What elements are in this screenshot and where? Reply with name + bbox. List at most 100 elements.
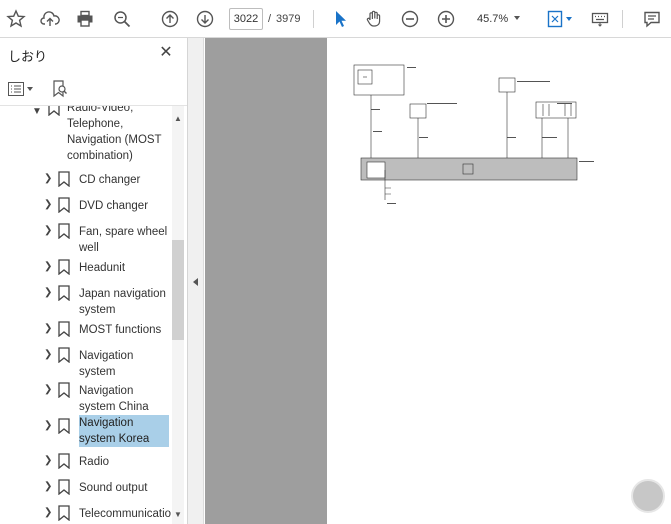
zoom-search-icon[interactable] [110, 7, 134, 31]
bookmark-icon [58, 197, 70, 213]
hand-icon[interactable] [362, 7, 386, 31]
find-bookmark-button[interactable] [52, 78, 68, 100]
close-icon[interactable]: ✕ [158, 45, 174, 61]
bookmark-label: Telecommunication [79, 508, 171, 520]
bookmark-icon [58, 453, 70, 469]
toolbar-divider [622, 10, 623, 28]
bookmark-label: CD changer [79, 174, 141, 186]
page-total: 3979 [276, 13, 301, 25]
svg-text:▬▬▬▬▬▬▬▬▬▬▬: ▬▬▬▬▬▬▬▬▬▬▬ [517, 79, 550, 83]
keyboard-icon[interactable] [588, 7, 612, 31]
zoom-out-icon[interactable] [398, 7, 422, 31]
chevron-down-icon[interactable] [514, 16, 520, 20]
svg-text:▬▬▬▬▬: ▬▬▬▬▬ [542, 135, 557, 139]
bookmark-icon [58, 285, 70, 301]
svg-text:▬▬▬: ▬▬▬ [373, 129, 382, 133]
chevron-right-icon[interactable]: ❯ [44, 323, 54, 334]
panel-toolbar [0, 74, 187, 104]
bookmark-tree: ▼ Radio-Video, Telephone, Navigation (MO… [0, 106, 172, 524]
chevron-right-icon[interactable]: ❯ [44, 420, 54, 431]
bookmark-label: Fan, spare wheel well [79, 226, 168, 254]
chevron-right-icon[interactable]: ❯ [44, 261, 54, 272]
collapse-arrow-icon[interactable] [193, 278, 198, 286]
print-icon[interactable] [73, 7, 97, 31]
svg-text:▬▬▬▬▬: ▬▬▬▬▬ [557, 101, 572, 105]
bookmark-item[interactable]: ❯ Telecommunication [0, 504, 172, 524]
chevron-right-icon[interactable]: ❯ [44, 384, 54, 395]
bookmark-icon [48, 106, 60, 116]
bookmark-label: Navigation system Korea [79, 415, 169, 447]
chevron-right-icon[interactable]: ❯ [44, 349, 54, 360]
bookmark-icon [58, 223, 70, 239]
chevron-right-icon[interactable]: ❯ [44, 173, 54, 184]
bookmark-item-selected[interactable]: ❯ Navigation system Korea [0, 415, 172, 449]
toolbar-divider [313, 10, 314, 28]
page-up-icon[interactable] [158, 7, 182, 31]
bookmark-item[interactable]: ❯ Fan, spare wheel well [0, 222, 172, 256]
svg-text:▬▬▬: ▬▬▬ [371, 107, 380, 111]
bookmark-label: Headunit [79, 262, 126, 274]
bookmark-icon [58, 479, 70, 495]
floating-action-button[interactable] [631, 479, 665, 513]
bookmark-label: Navigation system China [79, 385, 149, 413]
bookmark-icon [58, 171, 70, 187]
bookmark-item[interactable]: ❯ Japan navigation system [0, 284, 172, 318]
page-down-icon[interactable] [193, 7, 217, 31]
scrollbar-thumb[interactable] [172, 240, 184, 340]
chevron-right-icon[interactable]: ❯ [44, 507, 54, 518]
select-cursor-icon[interactable] [328, 7, 352, 31]
chevron-right-icon[interactable]: ❯ [44, 199, 54, 210]
chevron-right-icon[interactable]: ❯ [44, 481, 54, 492]
bookmark-label: DVD changer [79, 200, 149, 212]
bookmark-item[interactable]: ❯ DVD changer [0, 196, 172, 216]
bookmark-item[interactable]: ❯ CD changer [0, 170, 172, 190]
bookmark-icon [58, 347, 70, 363]
options-menu-button[interactable] [8, 78, 33, 100]
bookmark-icon [58, 418, 70, 434]
bookmark-item[interactable]: ❯ MOST functions [0, 320, 172, 340]
scroll-up-icon[interactable]: ▲ [174, 114, 182, 123]
star-icon[interactable] [4, 7, 28, 31]
bookmark-label: Navigation system [79, 350, 134, 378]
bookmark-label: MOST functions [79, 324, 162, 336]
bookmark-label: Sound output [79, 482, 148, 494]
bookmark-item[interactable]: ▼ Radio-Video, Telephone, Navigation (MO… [0, 106, 172, 166]
bookmark-item[interactable]: ❯ Navigation system China [0, 381, 172, 415]
bookmark-item[interactable]: ❯ Radio [0, 452, 172, 472]
chevron-right-icon[interactable]: ❯ [44, 287, 54, 298]
wiring-diagram: ▬▬▬ ▬▬▬▬▬▬▬▬▬▬ ▬▬▬▬▬▬▬▬▬▬▬ ▬▬▬▬▬ ▬▬▬ ▬▬▬… [353, 64, 594, 205]
scroll-down-icon[interactable]: ▼ [174, 510, 182, 519]
fit-page-icon[interactable] [543, 7, 567, 31]
bookmark-icon [58, 259, 70, 275]
svg-text:▬▬▬▬▬▬▬▬▬▬: ▬▬▬▬▬▬▬▬▬▬ [427, 101, 457, 105]
svg-text:▬▬▬: ▬▬▬ [407, 65, 416, 69]
comment-icon[interactable] [640, 7, 664, 31]
panel-title: しおり [8, 49, 48, 64]
chevron-down-icon [27, 87, 33, 91]
bookmark-item[interactable]: ❯ Headunit [0, 258, 172, 278]
bookmark-icon [58, 321, 70, 337]
svg-text:▬▬▬▬▬: ▬▬▬▬▬ [579, 159, 594, 163]
svg-text:▬▬▬: ▬▬▬ [507, 135, 516, 139]
bookmark-item[interactable]: ❯ Navigation system [0, 346, 172, 380]
bookmark-label: Radio [79, 456, 110, 468]
bookmark-item[interactable]: ❯ Sound output [0, 478, 172, 498]
svg-text:▬▬▬: ▬▬▬ [387, 201, 396, 205]
chevron-down-icon[interactable]: ▼ [32, 106, 42, 117]
cloud-upload-icon[interactable] [38, 7, 62, 31]
bookmark-search-icon [53, 80, 67, 98]
zoom-select[interactable]: 45.7% [469, 8, 529, 30]
svg-text:▬▬▬: ▬▬▬ [419, 135, 428, 139]
bookmark-icon [58, 505, 70, 521]
chevron-right-icon[interactable]: ❯ [44, 225, 54, 236]
bookmark-icon [58, 382, 70, 398]
fit-dropdown-chevron-icon[interactable] [566, 17, 572, 21]
chevron-right-icon[interactable]: ❯ [44, 455, 54, 466]
bookmark-label: Japan navigation system [79, 288, 166, 316]
pdf-page: ▬▬▬ ▬▬▬▬▬▬▬▬▬▬ ▬▬▬▬▬▬▬▬▬▬▬ ▬▬▬▬▬ ▬▬▬ ▬▬▬… [327, 38, 671, 524]
list-options-icon [8, 82, 24, 96]
page-number-input[interactable]: 3022 [229, 8, 263, 30]
zoom-in-icon[interactable] [434, 7, 458, 31]
document-view[interactable]: ▬▬▬ ▬▬▬▬▬▬▬▬▬▬ ▬▬▬▬▬▬▬▬▬▬▬ ▬▬▬▬▬ ▬▬▬ ▬▬▬… [205, 38, 671, 524]
page-separator: / [268, 13, 272, 25]
